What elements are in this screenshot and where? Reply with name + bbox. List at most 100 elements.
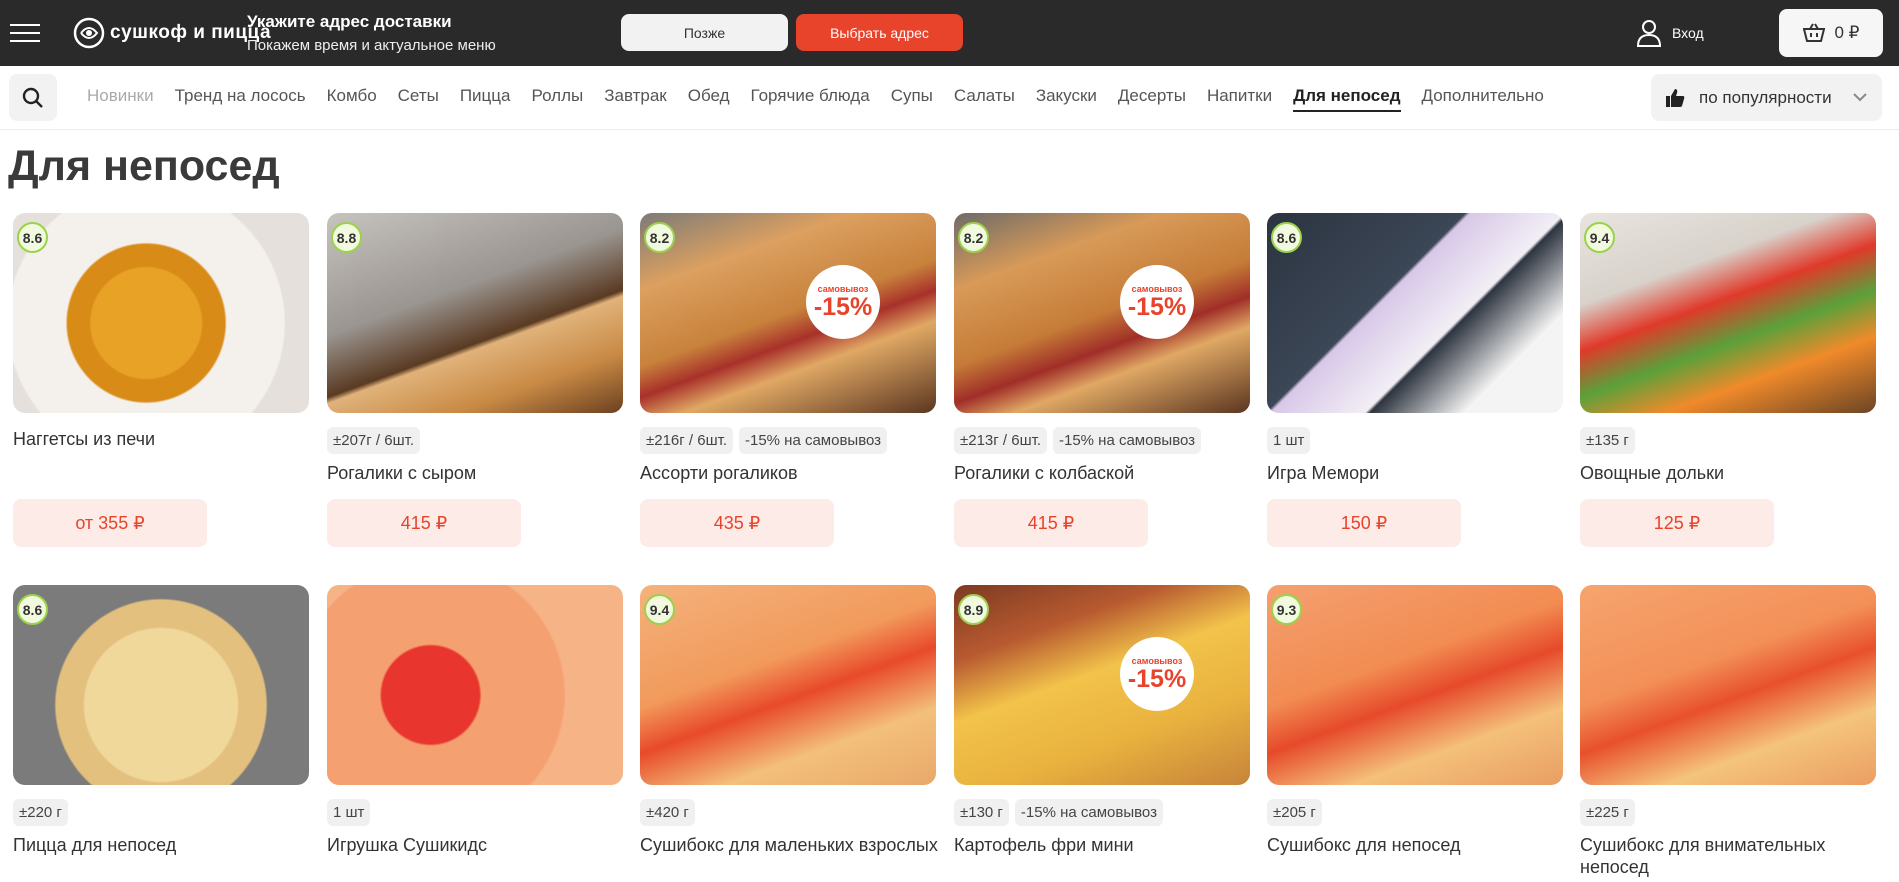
product-tag: ±213г / 6шт. (954, 427, 1047, 454)
product-name[interactable]: Овощные дольки (1580, 462, 1880, 484)
category-tab[interactable]: Горячие блюда (751, 86, 870, 112)
category-tab[interactable]: Салаты (954, 86, 1015, 112)
category-tab[interactable]: Роллы (531, 86, 583, 112)
promo-value: -15% (1127, 293, 1187, 321)
promo-badge: самовывоз -15% (806, 265, 880, 339)
category-tab[interactable]: Обед (688, 86, 730, 112)
promo-badge: самовывоз -15% (1120, 637, 1194, 711)
product-image[interactable]: 8.8 (327, 213, 623, 413)
product-name[interactable]: Рогалики с сыром (327, 462, 627, 484)
product-tag: -15% на самовывоз (738, 427, 888, 454)
product-image[interactable]: 8.2 самовывоз -15% (954, 213, 1250, 413)
cart-icon (1802, 23, 1825, 42)
rating-badge: 8.6 (17, 594, 48, 625)
choose-address-button[interactable]: Выбрать адрес (796, 14, 963, 51)
product-name[interactable]: Сушибокс для маленьких взрослых (640, 834, 940, 856)
price-button[interactable]: 125 ₽ (1580, 499, 1774, 547)
product-image[interactable] (1580, 585, 1876, 785)
product-image[interactable]: 8.6 (1267, 213, 1563, 413)
promo-value: -15% (813, 293, 873, 321)
product-tags: ±225 г (1580, 799, 1635, 826)
category-tab[interactable]: Для непосед (1293, 86, 1401, 112)
category-tab[interactable]: Напитки (1207, 86, 1272, 112)
category-tab[interactable]: Завтрак (604, 86, 667, 112)
category-tab[interactable]: Пицца (460, 86, 511, 112)
product-tag: -15% на самовывоз (1052, 427, 1202, 454)
product-image[interactable]: 9.3 (1267, 585, 1563, 785)
product-tags: ±216г / 6шт. -15% на самовывоз (640, 427, 888, 454)
product-tag: ±420 г (640, 799, 695, 826)
menu-icon[interactable] (10, 24, 40, 42)
product-image[interactable]: 9.4 (1580, 213, 1876, 413)
category-tab[interactable]: Тренд на лосось (175, 86, 306, 112)
product-image[interactable]: 8.6 (13, 585, 309, 785)
product-tags: ±420 г (640, 799, 695, 826)
product-tags: ±213г / 6шт. -15% на самовывоз (954, 427, 1202, 454)
category-list: Новинки Тренд на лосось Комбо Сеты Пицца Ролл… (87, 86, 1565, 112)
user-icon (1636, 20, 1662, 47)
login-label: Вход (1672, 25, 1704, 41)
rating-badge: 9.3 (1271, 594, 1302, 625)
product-name[interactable]: Картофель фри мини (954, 834, 1254, 856)
category-tab[interactable]: Супы (891, 86, 933, 112)
product-name[interactable]: Сушибокс для внимательных непосед (1580, 834, 1880, 878)
product-tag: ±216г / 6шт. (640, 427, 733, 454)
product-tags: ±135 г (1580, 427, 1635, 454)
promo-value: -15% (1127, 665, 1187, 693)
product-image[interactable] (327, 585, 623, 785)
product-tags: 1 шт (1267, 427, 1311, 454)
price-button[interactable]: 150 ₽ (1267, 499, 1461, 547)
sort-dropdown[interactable]: по популярности (1651, 74, 1882, 121)
search-button[interactable] (9, 74, 57, 121)
product-name[interactable]: Ассорти рогаликов (640, 462, 940, 484)
promo-badge: самовывоз -15% (1120, 265, 1194, 339)
rating-badge: 8.8 (331, 222, 362, 253)
category-tab[interactable]: Дополнительно (1422, 86, 1544, 112)
product-tags: ±207г / 6шт. (327, 427, 420, 454)
product-name[interactable]: Сушибокс для непосед (1267, 834, 1567, 856)
product-tag: -15% на самовывоз (1014, 799, 1163, 826)
product-tag: 1 шт (1267, 427, 1311, 454)
product-name[interactable]: Наггетсы из печи (13, 428, 313, 450)
search-icon (22, 87, 43, 108)
later-button[interactable]: Позже (621, 14, 788, 51)
top-header: сушкоф и пицца Укажите адрес доставки По… (0, 0, 1899, 66)
category-navbar: Новинки Тренд на лосось Комбо Сеты Пицца Ролл… (0, 66, 1899, 130)
product-tag: ±225 г (1580, 799, 1635, 826)
logo[interactable]: сушкоф и пицца (72, 14, 271, 52)
product-image[interactable]: 9.4 (640, 585, 936, 785)
category-tab[interactable]: Сеты (398, 86, 439, 112)
product-name[interactable]: Рогалики с колбаской (954, 462, 1254, 484)
product-image[interactable]: 8.2 самовывоз -15% (640, 213, 936, 413)
page-title: Для непосед (8, 142, 280, 190)
category-tab[interactable]: Закуски (1036, 86, 1097, 112)
rating-badge: 9.4 (644, 594, 675, 625)
product-image[interactable]: 8.6 (13, 213, 309, 413)
price-button[interactable]: 435 ₽ (640, 499, 834, 547)
rating-badge: 9.4 (1584, 222, 1615, 253)
product-tags: ±130 г -15% на самовывоз (954, 799, 1163, 826)
product-name[interactable]: Пицца для непосед (13, 834, 313, 856)
product-tags: ±205 г (1267, 799, 1322, 826)
rating-badge: 8.9 (958, 594, 989, 625)
cart-button[interactable]: 0 ₽ (1779, 9, 1883, 57)
category-tab[interactable]: Новинки (87, 86, 154, 112)
thumbs-up-icon (1666, 88, 1685, 107)
product-tags: 1 шт (327, 799, 371, 826)
category-tab[interactable]: Десерты (1118, 86, 1186, 112)
product-tag: ±135 г (1580, 427, 1635, 454)
login-button[interactable]: Вход (1636, 16, 1704, 50)
price-button[interactable]: 415 ₽ (327, 499, 521, 547)
delivery-address-subtitle: Покажем время и актуальное меню (247, 37, 496, 54)
price-button[interactable]: от 355 ₽ (13, 499, 207, 547)
rating-badge: 8.2 (958, 222, 989, 253)
price-button[interactable]: 415 ₽ (954, 499, 1148, 547)
product-tag: ±205 г (1267, 799, 1322, 826)
rating-badge: 8.6 (17, 222, 48, 253)
delivery-address-title[interactable]: Укажите адрес доставки (247, 12, 452, 32)
category-tab[interactable]: Комбо (327, 86, 377, 112)
product-name[interactable]: Игрушка Сушикидс (327, 834, 627, 856)
product-image[interactable]: 8.9 самовывоз -15% (954, 585, 1250, 785)
product-tags: ±220 г (13, 799, 68, 826)
product-name[interactable]: Игра Мемори (1267, 462, 1567, 484)
